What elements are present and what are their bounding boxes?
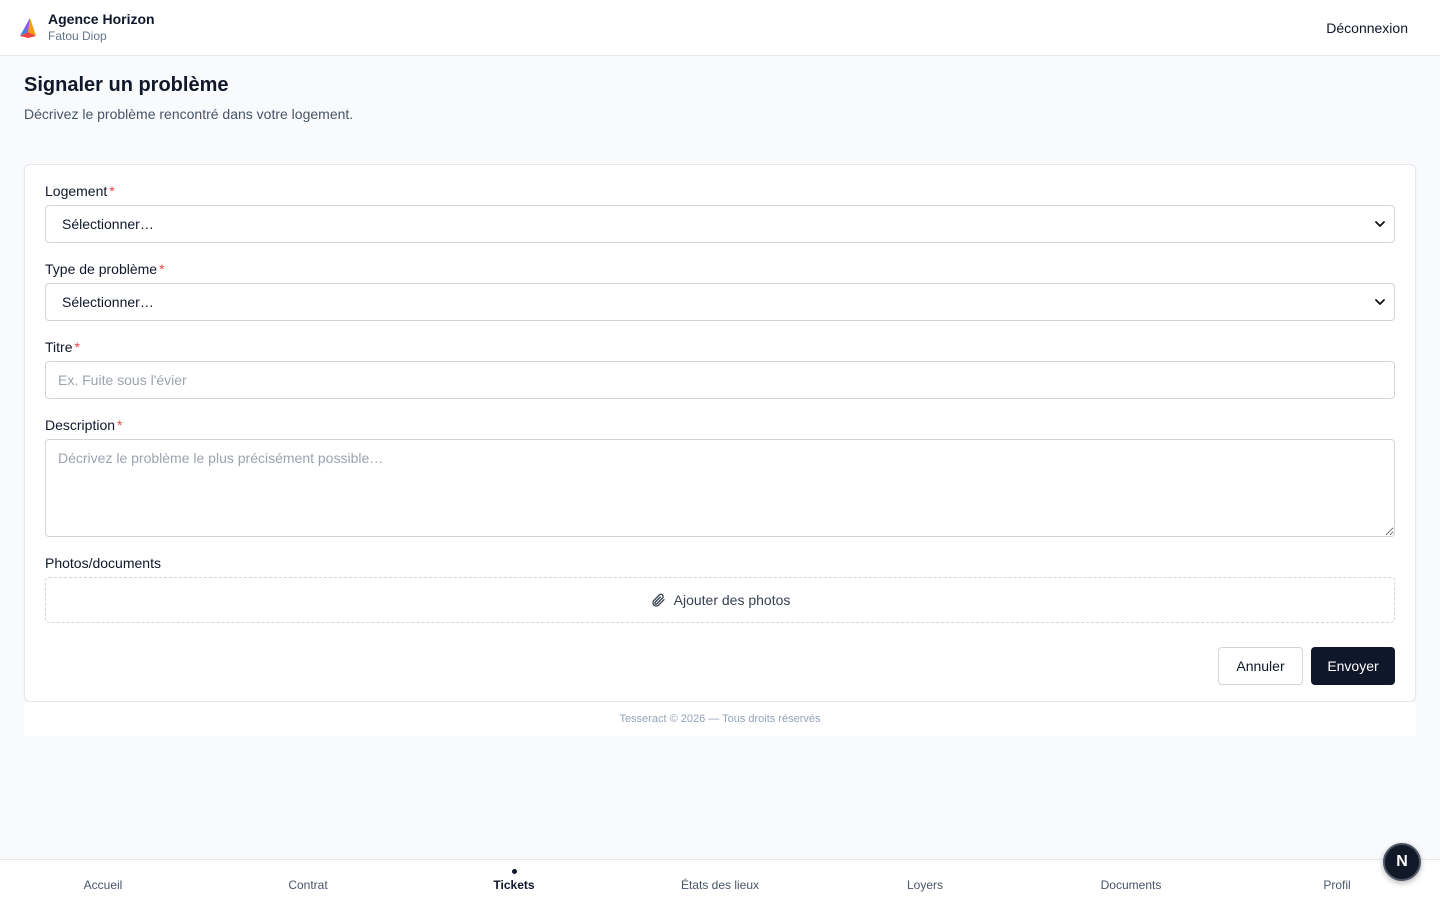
description-label: Description * <box>45 417 122 433</box>
submit-button[interactable]: Envoyer <box>1311 647 1395 685</box>
cancel-button[interactable]: Annuler <box>1218 647 1303 685</box>
page-title: Signaler un problème <box>24 74 229 96</box>
nav-item-accueil[interactable]: Accueil <box>28 860 178 900</box>
nav-item-etats-des-lieux[interactable]: États des lieux <box>645 860 795 900</box>
add-photos-label: Ajouter des photos <box>673 592 791 608</box>
required-marker: * <box>109 183 115 199</box>
title-label-text: Titre <box>45 339 73 355</box>
chevron-down-icon <box>1375 221 1385 227</box>
nav-item-label: Tickets <box>493 878 535 892</box>
title-input[interactable] <box>45 361 1395 399</box>
nav-item-label: États des lieux <box>680 878 760 892</box>
footer: Tesseract © 2026 — Tous droits réservés <box>24 702 1416 736</box>
paperclip-icon <box>652 593 665 607</box>
required-marker: * <box>159 261 165 277</box>
logout-button[interactable]: Déconnexion <box>1326 20 1408 36</box>
title-label: Titre * <box>45 339 80 355</box>
chevron-down-icon <box>1375 299 1385 305</box>
bottom-nav: Accueil Contrat Tickets États des lieux … <box>0 859 1440 900</box>
active-indicator-dot <box>511 869 517 874</box>
nav-item-label: Contrat <box>288 878 328 892</box>
brand-logo-icon <box>20 17 36 38</box>
nav-item-documents[interactable]: Documents <box>1056 860 1206 900</box>
copyright-text: Tesseract © 2026 — Tous droits réservés <box>619 713 821 725</box>
required-marker: * <box>117 417 123 433</box>
problem-type-select-value: Sélectionner… <box>62 294 154 310</box>
logement-select-value: Sélectionner… <box>62 216 154 232</box>
problem-type-label-text: Type de problème <box>45 261 158 277</box>
logement-select[interactable]: Sélectionner… <box>45 205 1395 243</box>
agency-name: Agence Horizon <box>48 11 155 28</box>
required-marker: * <box>74 339 80 355</box>
fab-letter: N <box>1396 853 1408 870</box>
logement-label: Logement * <box>45 183 115 199</box>
page-subtitle: Décrivez le problème rencontré dans votr… <box>24 106 354 122</box>
problem-type-label: Type de problème * <box>45 261 165 277</box>
nav-item-contrat[interactable]: Contrat <box>233 860 383 900</box>
description-label-text: Description <box>45 417 116 433</box>
top-bar: Agence Horizon Fatou Diop Déconnexion <box>0 0 1440 56</box>
nav-item-label: Profil <box>1323 878 1351 892</box>
user-name: Fatou Diop <box>48 28 107 43</box>
logement-label-text: Logement <box>45 183 108 199</box>
brand-text: Agence Horizon Fatou Diop <box>48 11 155 44</box>
nav-item-loyers[interactable]: Loyers <box>850 860 1000 900</box>
report-issue-form: Logement * Sélectionner… Type de problème… <box>24 164 1416 702</box>
description-textarea[interactable] <box>45 439 1395 537</box>
add-photos-dropzone[interactable]: Ajouter des photos <box>45 577 1395 623</box>
brand: Agence Horizon Fatou Diop <box>16 11 155 44</box>
nav-item-tickets[interactable]: Tickets <box>439 860 589 900</box>
nav-item-label: Loyers <box>906 878 944 892</box>
problem-type-select[interactable]: Sélectionner… <box>45 283 1395 321</box>
nav-item-label: Documents <box>1100 878 1162 892</box>
floating-action-button[interactable]: N <box>1383 843 1421 881</box>
photos-label: Photos/documents <box>45 555 161 571</box>
nav-item-label: Accueil <box>83 878 123 892</box>
